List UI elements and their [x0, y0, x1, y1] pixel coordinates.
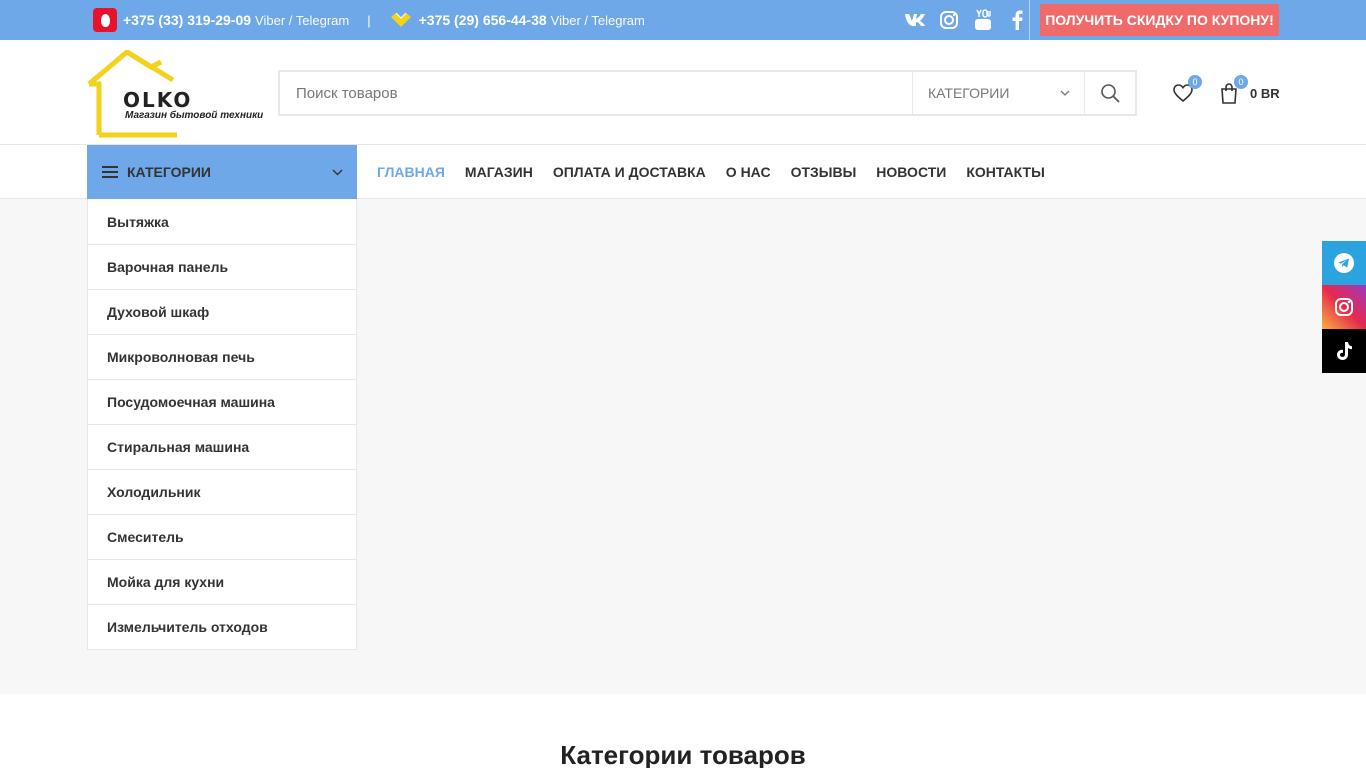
phones-separator: | [367, 12, 371, 28]
tiktok-float-button[interactable] [1322, 329, 1366, 373]
nav-item-shop[interactable]: МАГАЗИН [465, 164, 533, 180]
category-item-oven[interactable]: Духовой шкаф [88, 289, 356, 334]
search-button[interactable] [1084, 72, 1135, 114]
category-item-washing-machine[interactable]: Стиральная машина [88, 424, 356, 469]
site-logo[interactable]: OLKO Магазин бытовой техники [87, 50, 264, 138]
logo-brand: OLKO [123, 88, 193, 112]
search-icon [1101, 84, 1120, 103]
category-item-hood[interactable]: Вытяжка [88, 199, 356, 244]
site-header: OLKO Магазин бытовой техники КАТЕГОРИИ 0… [0, 40, 1366, 145]
section-title: Категории товаров [560, 740, 806, 768]
social-links [904, 0, 1028, 40]
mts-operator-icon [93, 8, 117, 32]
categories-dropdown-list: Вытяжка Варочная панель Духовой шкаф Мик… [87, 199, 357, 650]
chevron-down-icon [332, 169, 343, 175]
search-category-select[interactable]: КАТЕГОРИИ [912, 72, 1084, 114]
tiktok-icon [1337, 342, 1352, 360]
cart-count-badge: 0 [1234, 75, 1248, 89]
search-bar: КАТЕГОРИИ [278, 70, 1137, 116]
youtube-icon[interactable] [972, 9, 994, 31]
telegram-icon [1334, 253, 1354, 273]
cart-total[interactable]: 0 BR [1250, 86, 1280, 101]
chevron-down-icon [1060, 90, 1070, 96]
logo-tagline: Магазин бытовой техники [125, 110, 264, 121]
phone1-messengers: Viber / Telegram [255, 12, 350, 28]
wishlist-button[interactable]: 0 [1170, 75, 1202, 106]
telegram-float-button[interactable] [1322, 241, 1366, 285]
main-navigation-bar: КАТЕГОРИИ ГЛАВНАЯ МАГАЗИН ОПЛАТА И ДОСТА… [0, 145, 1366, 199]
instagram-icon[interactable] [938, 9, 960, 31]
phone2-messengers: Viber / Telegram [550, 12, 645, 28]
category-item-kitchen-sink[interactable]: Мойка для кухни [88, 559, 356, 604]
wishlist-count-badge: 0 [1188, 75, 1202, 89]
categories-menu-label: КАТЕГОРИИ [127, 164, 211, 180]
search-input[interactable] [280, 72, 912, 114]
header-actions: 0 0 0 BR [1170, 75, 1280, 106]
vk-icon[interactable] [904, 9, 926, 31]
main-menu: ГЛАВНАЯ МАГАЗИН ОПЛАТА И ДОСТАВКА О НАС … [377, 145, 1045, 199]
a1-operator-icon [389, 8, 413, 32]
categories-menu-toggle[interactable]: КАТЕГОРИИ [87, 145, 357, 199]
top-bar: +375 (33) 319-29-09 Viber / Telegram | +… [0, 0, 1366, 40]
nav-item-contacts[interactable]: КОНТАКТЫ [966, 164, 1044, 180]
instagram-float-button[interactable] [1322, 285, 1366, 329]
nav-item-news[interactable]: НОВОСТИ [876, 164, 946, 180]
nav-item-about[interactable]: О НАС [726, 164, 771, 180]
cart-button[interactable]: 0 [1216, 75, 1248, 106]
category-item-mixer-tap[interactable]: Смеситель [88, 514, 356, 559]
nav-item-payment-delivery[interactable]: ОПЛАТА И ДОСТАВКА [553, 164, 706, 180]
search-category-label: КАТЕГОРИИ [928, 85, 1010, 101]
instagram-icon [1335, 298, 1353, 316]
category-item-dishwasher[interactable]: Посудомоечная машина [88, 379, 356, 424]
hamburger-icon [102, 163, 118, 181]
floating-social-bar [1322, 241, 1366, 373]
category-item-hob[interactable]: Варочная панель [88, 244, 356, 289]
category-item-waste-disposer[interactable]: Измельчитель отходов [88, 604, 356, 649]
nav-item-reviews[interactable]: ОТЗЫВЫ [791, 164, 857, 180]
contact-phones: +375 (33) 319-29-09 Viber / Telegram | +… [93, 0, 645, 40]
coupon-discount-button[interactable]: ПОЛУЧИТЬ СКИДКУ ПО КУПОНУ! [1040, 4, 1279, 36]
topbar-divider [1029, 0, 1030, 40]
phone-link-2[interactable]: +375 (29) 656-44-38 [419, 12, 547, 28]
category-item-microwave[interactable]: Микроволновая печь [88, 334, 356, 379]
nav-item-home[interactable]: ГЛАВНАЯ [377, 164, 445, 180]
category-item-fridge[interactable]: Холодильник [88, 469, 356, 514]
phone-link-1[interactable]: +375 (33) 319-29-09 [123, 12, 251, 28]
facebook-icon[interactable] [1006, 9, 1028, 31]
